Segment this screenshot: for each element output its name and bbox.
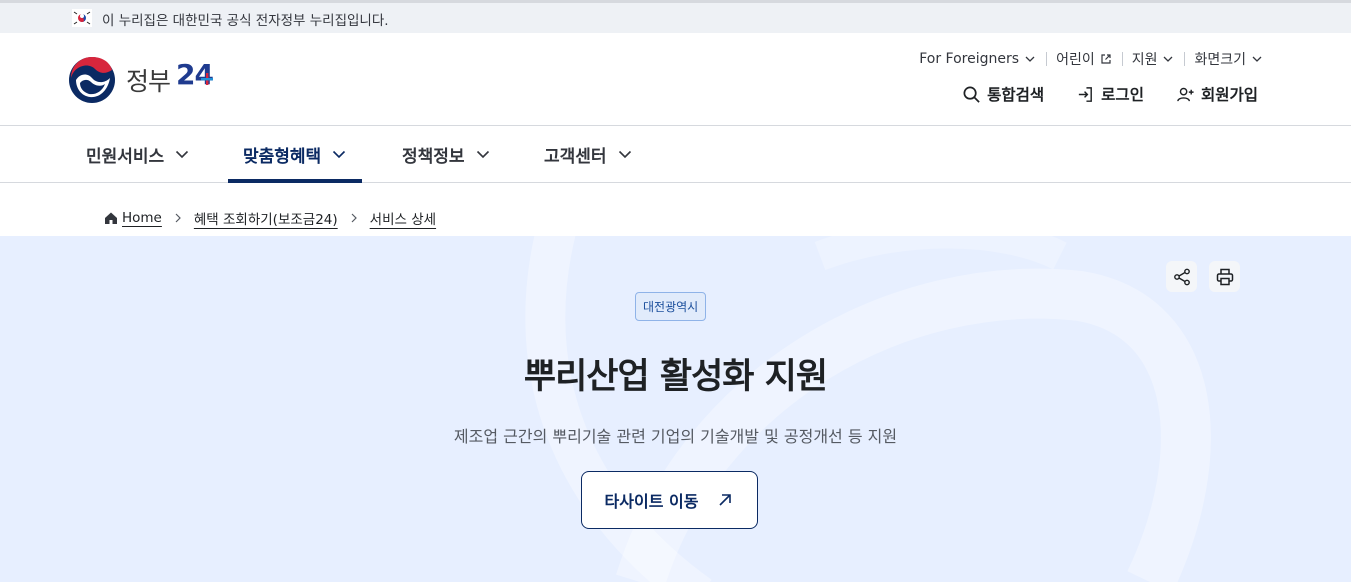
gnb-item-label: 맞춤형혜택	[243, 146, 322, 167]
gnb-item-label: 정책정보	[402, 146, 465, 167]
service-hero: 대전광역시 뿌리산업 활성화 지원 제조업 근간의 뿌리기술 관련 기업의 기술…	[0, 236, 1351, 582]
service-description: 제조업 근간의 뿌리기술 관련 기업의 기술개발 및 공정개선 등 지원	[453, 427, 898, 446]
signup-button[interactable]: 회원가입	[1176, 83, 1258, 105]
region-badge: 대전광역시	[635, 292, 707, 321]
utility-menu: For Foreigners 어린이 지원 화면크기	[909, 49, 1263, 69]
chevron-down-icon	[476, 150, 489, 159]
external-site-button[interactable]: 타사이트 이동	[581, 471, 758, 529]
share-button[interactable]	[1166, 261, 1197, 292]
signup-label: 회원가입	[1200, 86, 1258, 104]
chevron-down-icon	[618, 150, 631, 159]
kids-label: 어린이	[1056, 52, 1095, 68]
breadcrumb-label: 혜택 조회하기(보조금24)	[193, 212, 338, 228]
gov-banner: 이 누리집은 대한민국 공식 전자정부 누리집입니다.	[0, 3, 1351, 33]
chevron-down-icon	[1252, 56, 1262, 62]
support-menu[interactable]: 지원	[1121, 49, 1185, 69]
logo-name: 정부	[126, 67, 171, 96]
breadcrumb-home[interactable]: Home	[104, 210, 162, 226]
kids-link[interactable]: 어린이	[1046, 49, 1122, 69]
integrated-search-button[interactable]: 통합검색	[962, 83, 1044, 105]
header-actions: 통합검색 로그인 회원가입	[962, 83, 1258, 105]
for-foreigners-label: For Foreigners	[919, 51, 1020, 67]
chevron-down-icon	[333, 150, 346, 159]
site-logo[interactable]: 정부 24	[68, 55, 218, 105]
gnb-item-label: 민원서비스	[86, 146, 165, 167]
breadcrumb-current[interactable]: 서비스 상세	[370, 208, 436, 228]
breadcrumb: Home 혜택 조회하기(보조금24) 서비스 상세	[104, 208, 436, 228]
search-label: 통합검색	[987, 86, 1045, 104]
screen-size-label: 화면크기	[1194, 52, 1246, 68]
arrow-up-right-icon	[719, 494, 732, 506]
breadcrumb-label: Home	[122, 210, 162, 226]
gnb-item-customer-center[interactable]: 고객센터	[544, 126, 633, 182]
service-title: 뿌리산업 활성화 지원	[523, 357, 828, 397]
breadcrumb-benefits[interactable]: 혜택 조회하기(보조금24)	[194, 208, 338, 228]
gnb-item-policy-info[interactable]: 정책정보	[402, 126, 491, 182]
government-emblem-icon	[69, 57, 115, 103]
user-plus-icon	[1177, 87, 1194, 101]
chevron-right-icon	[175, 213, 181, 223]
chevron-down-icon	[176, 150, 189, 159]
global-navigation: 민원서비스 맞춤형혜택 정책정보 고객센터	[0, 126, 1351, 183]
chevron-right-icon	[351, 213, 357, 223]
hero-background-graphic	[525, 236, 1211, 582]
external-link-icon	[1101, 54, 1111, 64]
chevron-down-icon	[1164, 56, 1173, 62]
login-icon	[1079, 86, 1093, 102]
support-label: 지원	[1131, 52, 1158, 68]
logo-plus-icon	[201, 73, 213, 85]
print-icon	[1216, 268, 1233, 285]
site-header: 정부 24 For Foreigners 어린이 지원 화면크기 통합검색 로그…	[0, 33, 1351, 126]
home-icon	[105, 212, 117, 224]
chevron-down-icon	[1025, 56, 1035, 62]
gnb-item-civil-service[interactable]: 민원서비스	[86, 126, 190, 182]
screen-size-menu[interactable]: 화면크기	[1184, 49, 1263, 69]
login-button[interactable]: 로그인	[1076, 83, 1144, 105]
external-site-label: 타사이트 이동	[604, 492, 699, 511]
print-button[interactable]	[1209, 261, 1240, 292]
korea-flag-icon	[72, 9, 92, 27]
gov-banner-text: 이 누리집은 대한민국 공식 전자정부 누리집입니다.	[102, 13, 389, 29]
share-icon	[1173, 268, 1190, 285]
login-label: 로그인	[1101, 86, 1144, 104]
for-foreigners-menu[interactable]: For Foreigners	[909, 51, 1046, 67]
search-icon	[963, 86, 980, 103]
hero-tools	[1166, 261, 1240, 292]
gnb-item-label: 고객센터	[544, 146, 607, 167]
gnb-item-custom-benefits[interactable]: 맞춤형혜택	[227, 126, 363, 183]
breadcrumb-label: 서비스 상세	[369, 212, 437, 228]
